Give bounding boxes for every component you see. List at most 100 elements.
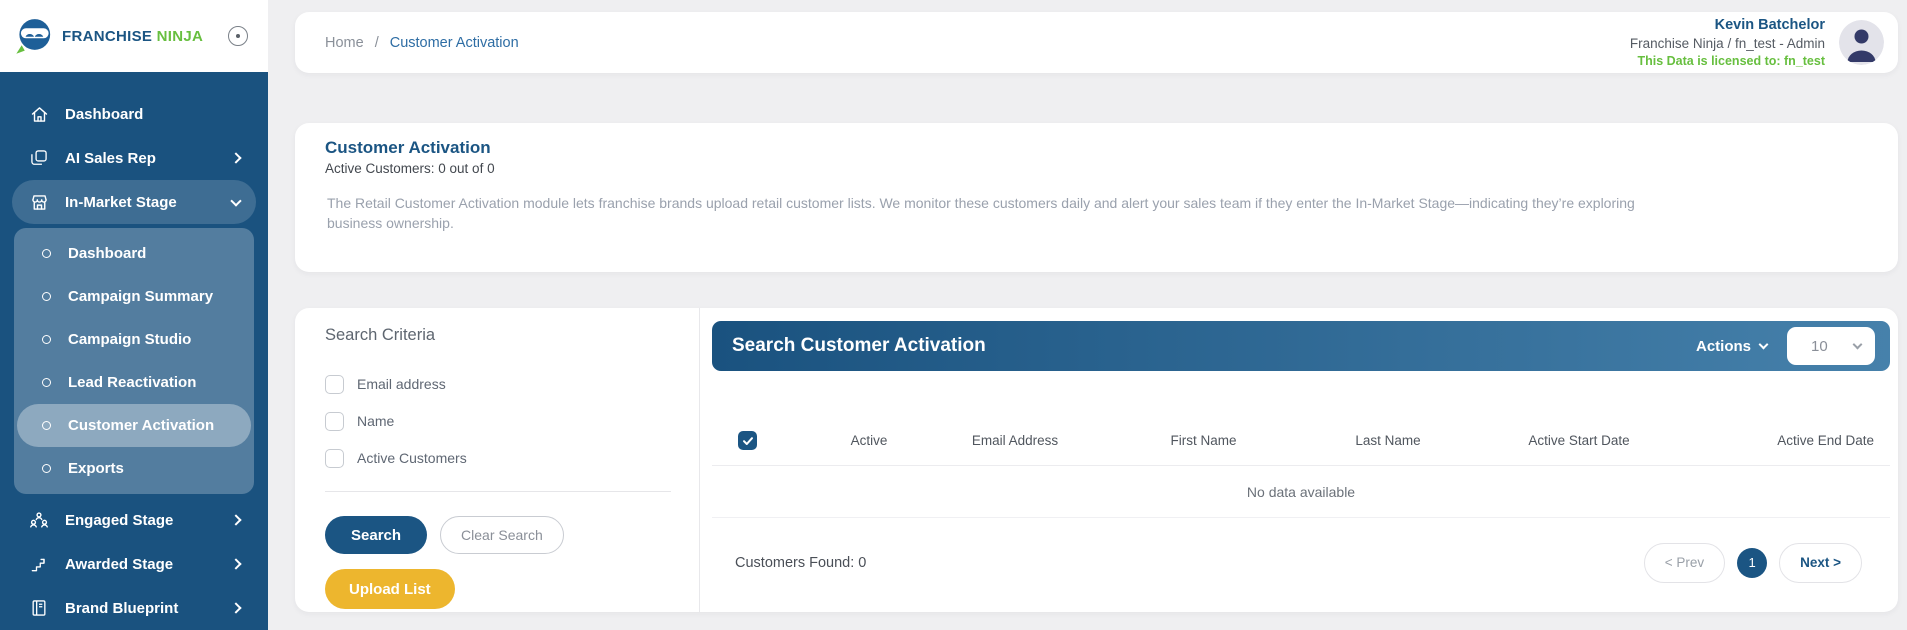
in-market-submenu: Dashboard Campaign Summary Campaign Stud…: [14, 228, 254, 494]
copy-icon: [28, 147, 50, 169]
chevron-down-icon: [1853, 339, 1863, 349]
actions-dropdown[interactable]: Actions: [1696, 338, 1767, 355]
submenu-item-campaign-studio[interactable]: Campaign Studio: [14, 318, 254, 361]
submenu-item-dashboard[interactable]: Dashboard: [14, 232, 254, 275]
sidebar-item-in-market-stage[interactable]: In-Market Stage: [12, 180, 256, 224]
criteria-row-email: Email address: [325, 369, 671, 399]
chevron-right-icon: [230, 514, 241, 525]
table-header-row: Active Email Address First Name Last Nam…: [712, 416, 1890, 466]
user-name: Kevin Batchelor: [1630, 16, 1825, 35]
submenu-item-lead-reactivation[interactable]: Lead Reactivation: [14, 361, 254, 404]
chevron-down-icon: [230, 195, 241, 206]
empty-state-text: No data available: [712, 466, 1890, 518]
results-header-controls: Actions 10: [1696, 327, 1875, 365]
submenu-item-label: Dashboard: [68, 245, 146, 262]
breadcrumb-separator: /: [375, 35, 379, 51]
email-address-checkbox[interactable]: [325, 375, 344, 394]
sidebar-toggle-icon[interactable]: [228, 26, 248, 46]
bullet-icon: [42, 464, 51, 473]
search-buttons-row: Search Clear Search: [325, 516, 671, 554]
column-header-email-address: Email Address: [955, 433, 1075, 448]
page-size-value: 10: [1811, 338, 1828, 355]
people-icon: [28, 509, 50, 531]
submenu-item-customer-activation[interactable]: Customer Activation: [17, 404, 251, 447]
chevron-down-icon: [1759, 339, 1769, 349]
table-header-checkbox-cell: [712, 431, 783, 450]
page-title: Customer Activation: [325, 138, 1870, 158]
column-header-last-name: Last Name: [1332, 433, 1444, 448]
main-content: Home / Customer Activation Kevin Batchel…: [268, 0, 1907, 630]
sidebar-header: FRANCHISE NINJA: [0, 0, 268, 72]
page-size-select[interactable]: 10: [1787, 327, 1875, 365]
bullet-icon: [42, 421, 51, 430]
customers-found-count: Customers Found: 0: [735, 555, 866, 571]
prev-page-button[interactable]: < Prev: [1644, 543, 1725, 583]
sidebar-item-label: Brand Blueprint: [65, 600, 178, 617]
sidebar-item-label: Dashboard: [65, 106, 143, 123]
divider: [325, 491, 671, 492]
results-title: Search Customer Activation: [732, 335, 986, 357]
results-panel: Search Customer Activation Actions 10: [700, 308, 1898, 612]
submenu-item-campaign-summary[interactable]: Campaign Summary: [14, 275, 254, 318]
avatar[interactable]: [1839, 20, 1884, 65]
user-license: This Data is licensed to: fn_test: [1630, 53, 1825, 69]
page-number-button[interactable]: 1: [1737, 548, 1767, 578]
submenu-item-exports[interactable]: Exports: [14, 447, 254, 490]
checkbox-label: Name: [357, 413, 394, 429]
column-header-active: Active: [783, 433, 955, 448]
bullet-icon: [42, 335, 51, 344]
table-footer: Customers Found: 0 < Prev 1 Next >: [712, 518, 1890, 607]
home-icon: [28, 103, 50, 125]
sidebar-item-brand-blueprint[interactable]: Brand Blueprint: [12, 586, 256, 630]
brand-logo[interactable]: FRANCHISE NINJA: [14, 16, 203, 56]
active-customers-count: Active Customers: 0 out of 0: [325, 161, 1870, 176]
submenu-item-label: Exports: [68, 460, 124, 477]
upload-list-button[interactable]: Upload List: [325, 569, 455, 609]
chevron-right-icon: [230, 602, 241, 613]
stairs-icon: [28, 553, 50, 575]
sidebar-item-label: Engaged Stage: [65, 512, 173, 529]
page-intro-card: Customer Activation Active Customers: 0 …: [295, 123, 1898, 272]
criteria-row-name: Name: [325, 406, 671, 436]
chevron-right-icon: [230, 558, 241, 569]
sidebar-item-ai-sales-rep[interactable]: AI Sales Rep: [12, 136, 256, 180]
search-and-results-card: Search Criteria Email address Name Activ…: [295, 308, 1898, 612]
submenu-item-label: Campaign Studio: [68, 331, 191, 348]
book-icon: [28, 597, 50, 619]
store-icon: [28, 191, 50, 213]
name-checkbox[interactable]: [325, 412, 344, 431]
criteria-row-active-customers: Active Customers: [325, 443, 671, 473]
pagination: < Prev 1 Next >: [1644, 543, 1862, 583]
results-header-bar: Search Customer Activation Actions 10: [712, 321, 1890, 371]
active-customers-checkbox[interactable]: [325, 449, 344, 468]
sidebar-item-engaged-stage[interactable]: Engaged Stage: [12, 498, 256, 542]
ninja-logo-icon: [14, 16, 54, 56]
next-page-button[interactable]: Next >: [1779, 543, 1862, 583]
sidebar-item-dashboard[interactable]: Dashboard: [12, 92, 256, 136]
column-header-active-start-date: Active Start Date: [1444, 433, 1714, 448]
submenu-item-label: Customer Activation: [68, 417, 214, 434]
sidebar-item-awarded-stage[interactable]: Awarded Stage: [12, 542, 256, 586]
search-criteria-title: Search Criteria: [325, 326, 671, 345]
search-criteria-list: Email address Name Active Customers: [325, 369, 671, 473]
breadcrumb-home-link[interactable]: Home: [325, 35, 364, 51]
search-button[interactable]: Search: [325, 516, 427, 554]
select-all-checkbox[interactable]: [738, 431, 757, 450]
bullet-icon: [42, 378, 51, 387]
search-criteria-panel: Search Criteria Email address Name Activ…: [295, 308, 700, 612]
clear-search-button[interactable]: Clear Search: [440, 516, 564, 554]
user-menu[interactable]: Kevin Batchelor Franchise Ninja / fn_tes…: [1630, 16, 1884, 69]
sidebar-nav: Dashboard AI Sales Rep In-Market Stage: [0, 72, 268, 630]
bullet-icon: [42, 292, 51, 301]
sidebar-item-label: Awarded Stage: [65, 556, 173, 573]
checkbox-label: Email address: [357, 376, 446, 392]
checkbox-label: Active Customers: [357, 450, 467, 466]
sidebar-item-label: In-Market Stage: [65, 194, 177, 211]
user-info: Kevin Batchelor Franchise Ninja / fn_tes…: [1630, 16, 1825, 69]
sidebar-item-label: AI Sales Rep: [65, 150, 156, 167]
submenu-item-label: Campaign Summary: [68, 288, 213, 305]
sidebar: FRANCHISE NINJA Dashboard AI Sales Rep: [0, 0, 268, 630]
actions-label: Actions: [1696, 338, 1751, 355]
chevron-right-icon: [230, 152, 241, 163]
column-header-first-name: First Name: [1075, 433, 1332, 448]
